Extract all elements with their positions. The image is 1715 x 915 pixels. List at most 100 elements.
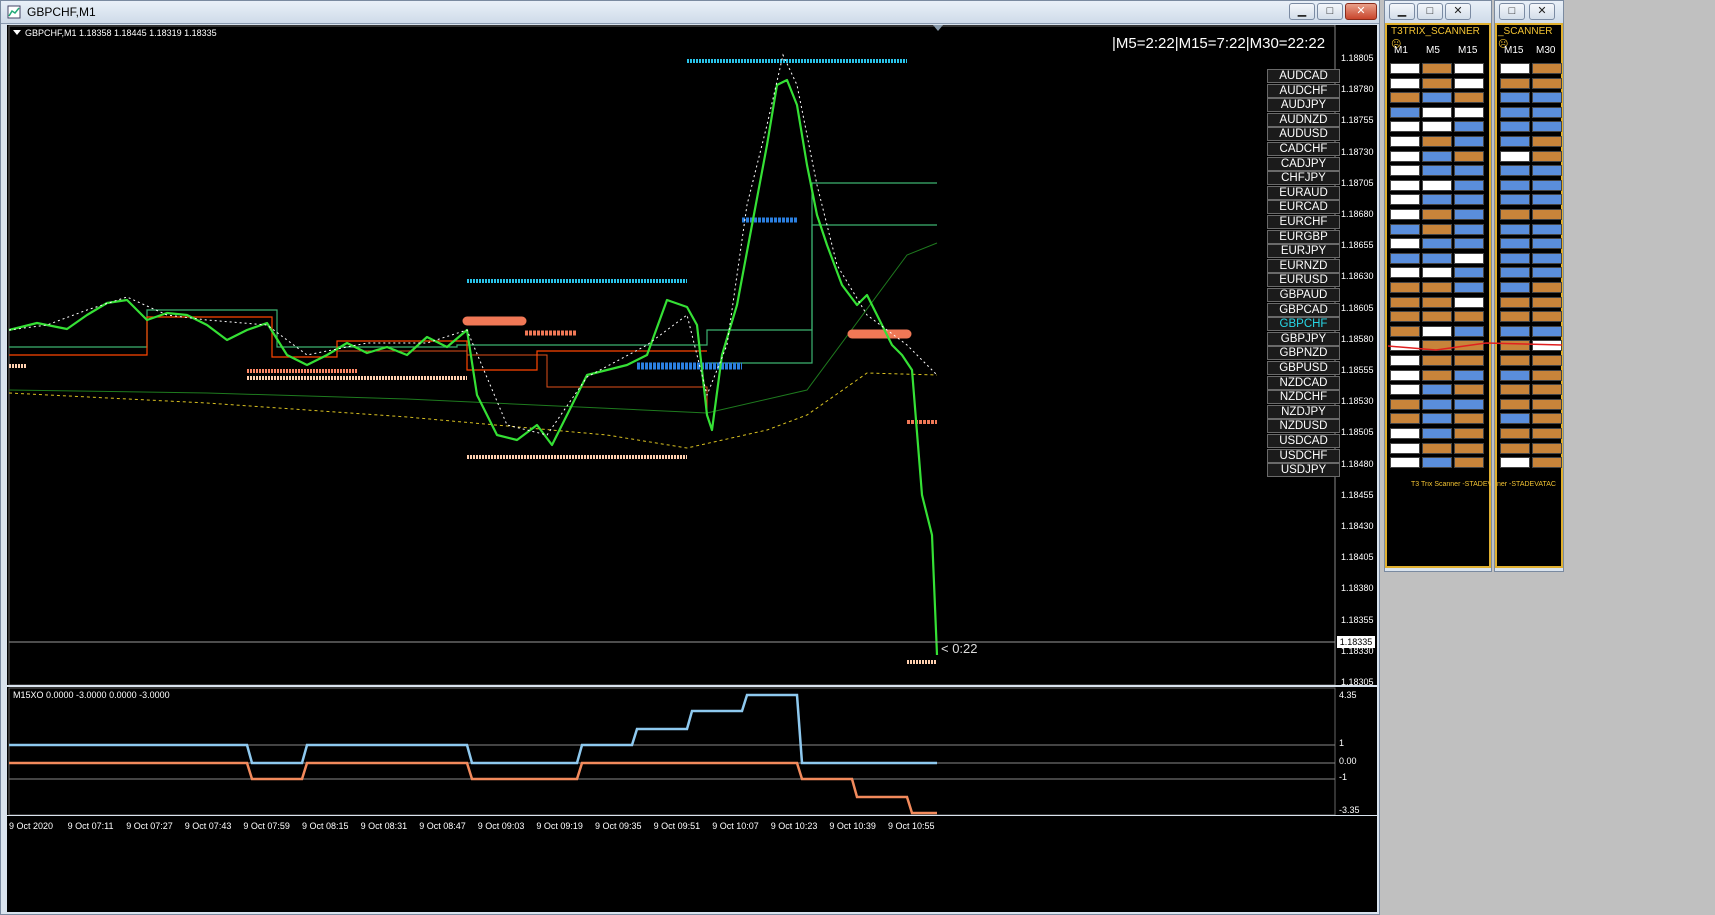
scanner1-signal-cell[interactable] (1454, 384, 1484, 396)
scanner1-signal-cell[interactable] (1390, 92, 1420, 104)
scanner1-signal-cell[interactable] (1454, 428, 1484, 439)
scanner2-signal-cell[interactable] (1500, 296, 1530, 308)
scanner1-signal-cell[interactable] (1390, 325, 1420, 337)
scanner1-signal-cell[interactable] (1422, 63, 1452, 74)
scanner2-signal-cell[interactable] (1500, 150, 1530, 162)
scanner2-signal-cell[interactable] (1532, 384, 1562, 396)
scanner1-signal-cell[interactable] (1454, 457, 1484, 469)
scanner1-signal-cell[interactable] (1390, 150, 1420, 162)
scanner1-signal-cell[interactable] (1454, 355, 1484, 366)
scanner1-signal-cell[interactable] (1422, 106, 1452, 118)
scanner2-signal-cell[interactable] (1500, 121, 1530, 133)
scanner2-signal-cell[interactable] (1532, 369, 1562, 381)
scanner1-signal-cell[interactable] (1454, 282, 1484, 293)
scanner2-signal-cell[interactable] (1532, 398, 1562, 410)
scanner1-signal-cell[interactable] (1422, 325, 1452, 337)
scanner2-signal-cell[interactable] (1500, 398, 1530, 410)
scanner2-signal-cell[interactable] (1532, 238, 1562, 250)
scanner2-signal-cell[interactable] (1500, 355, 1530, 366)
close-button[interactable]: ✕ (1345, 3, 1377, 20)
scanner1-signal-cell[interactable] (1390, 398, 1420, 410)
symbol-button-nzdusd[interactable]: NZDUSD (1267, 419, 1340, 434)
scanner2-signal-cell[interactable] (1532, 355, 1562, 366)
scanner1-signal-cell[interactable] (1422, 165, 1452, 177)
symbol-button-cadchf[interactable]: CADCHF (1267, 142, 1340, 156)
scanner1-signal-cell[interactable] (1390, 223, 1420, 235)
scanner2-signal-cell[interactable] (1532, 150, 1562, 162)
scanner2-signal-cell[interactable] (1532, 311, 1562, 323)
scanner2-signal-cell[interactable] (1532, 428, 1562, 439)
symbol-button-audchf[interactable]: AUDCHF (1267, 83, 1340, 98)
symbol-button-eurgbp[interactable]: EURGBP (1267, 229, 1340, 244)
scanner1-signal-cell[interactable] (1454, 63, 1484, 74)
scanner1-signal-cell[interactable] (1422, 92, 1452, 104)
scanner2-minimize-button[interactable]: □ (1499, 3, 1525, 20)
scanner1-signal-cell[interactable] (1390, 77, 1420, 89)
symbol-button-gbpcad[interactable]: GBPCAD (1267, 302, 1340, 317)
scanner1-signal-cell[interactable] (1422, 457, 1452, 469)
symbol-button-euraud[interactable]: EURAUD (1267, 185, 1340, 200)
scanner1-signal-cell[interactable] (1390, 384, 1420, 396)
symbol-button-nzdjpy[interactable]: NZDJPY (1267, 404, 1340, 419)
main-titlebar[interactable]: GBPCHF,M1 ▁ □ ✕ (1, 1, 1379, 24)
scanner2-signal-cell[interactable] (1532, 194, 1562, 206)
symbol-button-gbpusd[interactable]: GBPUSD (1267, 361, 1340, 375)
scanner2-signal-cell[interactable] (1532, 457, 1562, 469)
scanner2-signal-cell[interactable] (1500, 384, 1530, 396)
scanner1-signal-cell[interactable] (1390, 413, 1420, 425)
symbol-button-usdcad[interactable]: USDCAD (1267, 434, 1340, 448)
symbol-button-eurcad[interactable]: EURCAD (1267, 200, 1340, 215)
scanner1-signal-cell[interactable] (1422, 442, 1452, 454)
scanner1-signal-cell[interactable] (1454, 223, 1484, 235)
symbol-button-usdjpy[interactable]: USDJPY (1267, 463, 1340, 478)
scanner1-signal-cell[interactable] (1422, 136, 1452, 147)
chart-dropdown-icon[interactable] (13, 30, 21, 36)
scanner1-signal-cell[interactable] (1422, 121, 1452, 133)
scanner1-signal-cell[interactable] (1422, 150, 1452, 162)
symbol-button-nzdcad[interactable]: NZDCAD (1267, 375, 1340, 390)
symbol-button-nzdchf[interactable]: NZDCHF (1267, 390, 1340, 405)
scanner2-signal-cell[interactable] (1500, 325, 1530, 337)
scanner2-signal-cell[interactable] (1532, 296, 1562, 308)
scanner1-signal-cell[interactable] (1454, 325, 1484, 337)
symbol-button-eurchf[interactable]: EURCHF (1267, 215, 1340, 229)
symbol-button-eurusd[interactable]: EURUSD (1267, 273, 1340, 288)
scanner1-signal-cell[interactable] (1390, 238, 1420, 250)
scanner2-signal-cell[interactable] (1500, 209, 1530, 220)
scanner1-signal-cell[interactable] (1390, 457, 1420, 469)
scanner1-signal-cell[interactable] (1390, 209, 1420, 220)
scanner2-signal-cell[interactable] (1500, 442, 1530, 454)
scanner1-signal-cell[interactable] (1454, 296, 1484, 308)
scanner1-signal-cell[interactable] (1390, 63, 1420, 74)
scanner2-signal-cell[interactable] (1500, 77, 1530, 89)
scanner2-titlebar[interactable]: □ ✕ (1495, 1, 1563, 24)
scanner2-signal-cell[interactable] (1532, 209, 1562, 220)
scanner1-signal-cell[interactable] (1454, 92, 1484, 104)
symbol-button-audusd[interactable]: AUDUSD (1267, 127, 1340, 142)
scanner1-titlebar[interactable]: ▁ □ ✕ (1385, 1, 1491, 24)
scanner2-signal-cell[interactable] (1500, 311, 1530, 323)
scanner1-signal-cell[interactable] (1454, 136, 1484, 147)
scanner1-signal-cell[interactable] (1454, 165, 1484, 177)
scanner1-signal-cell[interactable] (1454, 106, 1484, 118)
scanner1-signal-cell[interactable] (1422, 77, 1452, 89)
scanner2-signal-cell[interactable] (1500, 223, 1530, 235)
symbol-button-audnzd[interactable]: AUDNZD (1267, 112, 1340, 127)
price-chart[interactable]: GBPCHF,M1 1.18358 1.18445 1.18319 1.1833… (7, 25, 1377, 687)
scanner1-signal-cell[interactable] (1422, 369, 1452, 381)
scanner2-signal-cell[interactable] (1532, 267, 1562, 279)
scanner2-signal-cell[interactable] (1532, 179, 1562, 191)
scanner2-signal-cell[interactable] (1500, 282, 1530, 293)
scanner2-signal-cell[interactable] (1500, 413, 1530, 425)
scanner1-signal-cell[interactable] (1422, 282, 1452, 293)
scanner1-signal-cell[interactable] (1454, 398, 1484, 410)
scanner1-signal-cell[interactable] (1422, 398, 1452, 410)
scanner1-signal-cell[interactable] (1422, 267, 1452, 279)
scanner2-signal-cell[interactable] (1532, 121, 1562, 133)
scanner2-signal-cell[interactable] (1500, 106, 1530, 118)
scanner1-signal-cell[interactable] (1390, 179, 1420, 191)
scanner2-signal-cell[interactable] (1532, 223, 1562, 235)
scanner2-signal-cell[interactable] (1532, 282, 1562, 293)
scanner2-signal-cell[interactable] (1532, 136, 1562, 147)
scanner2-signal-cell[interactable] (1500, 457, 1530, 469)
